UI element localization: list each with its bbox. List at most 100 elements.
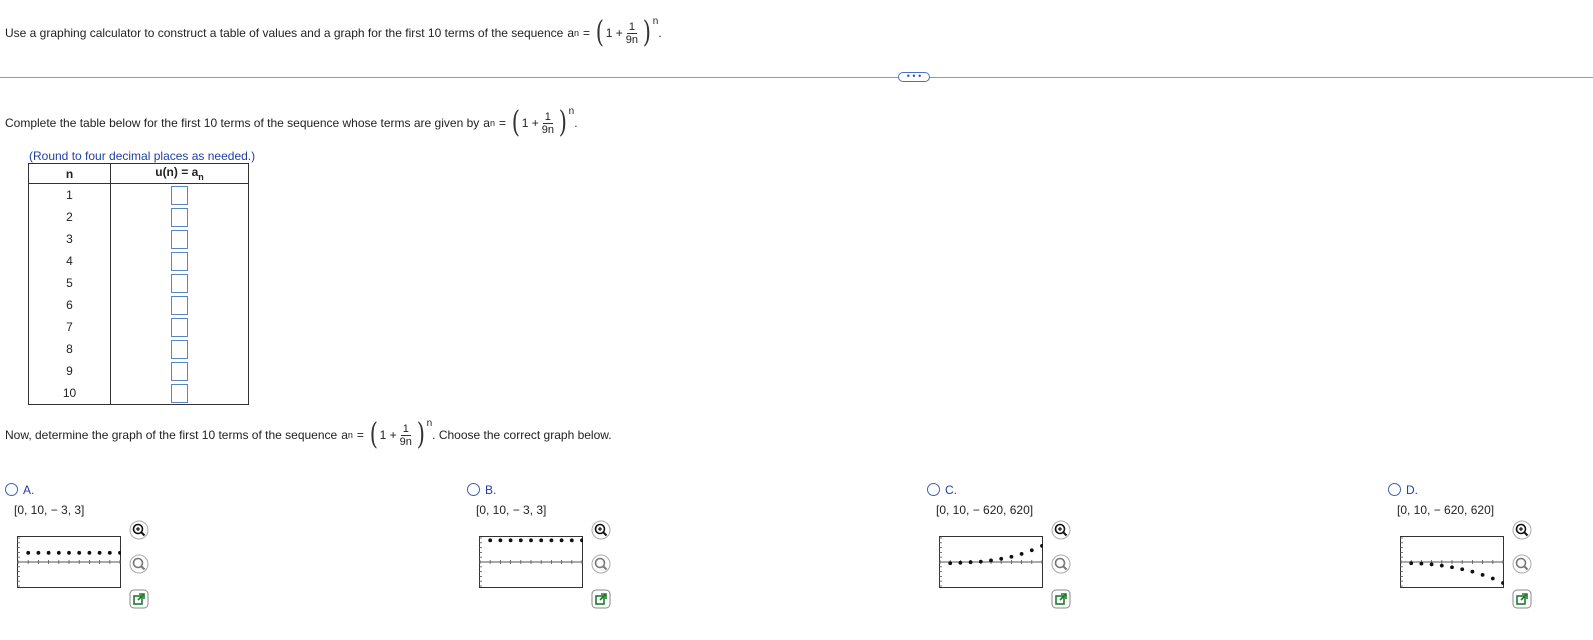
option-letter: C.	[945, 483, 957, 497]
popout-icon[interactable]	[591, 589, 611, 609]
graph-instruction: Now, determine the graph of the first 10…	[5, 417, 612, 452]
data-point	[1419, 561, 1424, 566]
table-instruction: Complete the table below for the first 1…	[5, 105, 578, 140]
answer-cell	[110, 228, 249, 250]
column-header-n: n	[28, 163, 111, 184]
table-row: 4	[28, 250, 249, 272]
n-value: 2	[28, 206, 111, 228]
data-point	[1439, 563, 1444, 568]
option-radio[interactable]: A.	[5, 483, 34, 497]
option-radio[interactable]: C.	[927, 483, 957, 497]
zoom-out-icon[interactable]	[129, 554, 149, 574]
rounding-hint: (Round to four decimal places as needed.…	[29, 149, 256, 163]
data-point	[1009, 554, 1014, 559]
data-point	[1490, 576, 1495, 581]
answer-cell	[110, 206, 249, 228]
popout-icon[interactable]	[129, 589, 149, 609]
graph-thumbnail[interactable]	[939, 536, 1043, 588]
radio-button[interactable]	[5, 483, 18, 496]
zoom-out-icon[interactable]	[591, 554, 611, 574]
answer-input[interactable]	[171, 185, 188, 205]
option-letter: A.	[23, 483, 35, 497]
data-point	[978, 559, 983, 564]
data-point	[549, 538, 554, 543]
viewing-window: [0, 10, − 3, 3]	[476, 503, 547, 517]
data-point	[56, 550, 61, 555]
data-point	[1029, 548, 1034, 553]
answer-input[interactable]	[171, 339, 188, 359]
n-value: 10	[28, 382, 111, 405]
table-row: 6	[28, 294, 249, 316]
answer-input[interactable]	[171, 383, 188, 403]
answer-cell	[110, 382, 249, 405]
n-value: 5	[28, 272, 111, 294]
data-point	[107, 550, 112, 555]
data-point	[529, 538, 533, 543]
n-value: 7	[28, 316, 111, 338]
zoom-in-icon[interactable]	[591, 520, 611, 540]
option-radio[interactable]: D.	[1388, 483, 1418, 497]
answer-cell	[110, 338, 249, 360]
data-point	[1409, 561, 1414, 566]
answer-input[interactable]	[171, 273, 188, 293]
zoom-out-icon[interactable]	[1512, 554, 1532, 574]
data-point	[989, 558, 993, 563]
data-point	[539, 538, 544, 543]
answer-input[interactable]	[171, 361, 188, 381]
table-row: 10	[28, 382, 249, 405]
data-point	[508, 538, 513, 543]
data-point	[999, 556, 1004, 561]
data-point	[948, 561, 953, 566]
radio-button[interactable]	[927, 483, 940, 496]
answer-input[interactable]	[171, 295, 188, 315]
n-value: 8	[28, 338, 111, 360]
n-value: 9	[28, 360, 111, 382]
data-point	[46, 550, 51, 555]
answer-input[interactable]	[171, 207, 188, 227]
section-divider	[0, 77, 1593, 78]
viewing-window: [0, 10, − 620, 620]	[936, 503, 1034, 517]
values-table: n u(n) = an 1 2 3 4 5 6 7 8 9 10	[28, 163, 249, 405]
answer-input[interactable]	[171, 229, 188, 249]
answer-input[interactable]	[171, 317, 188, 337]
graph-thumbnail[interactable]	[479, 536, 583, 588]
popout-icon[interactable]	[1512, 589, 1532, 609]
zoom-in-icon[interactable]	[1051, 520, 1071, 540]
data-point	[1429, 562, 1434, 567]
n-value: 4	[28, 250, 111, 272]
data-point	[968, 560, 973, 565]
sequence-formula: an = ( 1 + 1 9n ) n .	[483, 105, 578, 140]
column-header-u: u(n) = an	[110, 163, 249, 184]
option-radio[interactable]: B.	[467, 483, 496, 497]
answer-input[interactable]	[171, 251, 188, 271]
data-point	[1019, 552, 1024, 556]
graph-thumbnail[interactable]	[17, 536, 121, 588]
data-point	[87, 550, 92, 555]
show-more-button[interactable]: • • •	[898, 72, 930, 82]
viewing-window: [0, 10, − 3, 3]	[14, 503, 85, 517]
data-point	[26, 550, 31, 555]
table-row: 9	[28, 360, 249, 382]
radio-button[interactable]	[1388, 483, 1401, 496]
data-point	[1480, 573, 1485, 577]
table-row: 7	[28, 316, 249, 338]
data-point	[67, 550, 71, 555]
popout-icon[interactable]	[1051, 589, 1071, 609]
answer-cell	[110, 272, 249, 294]
option-letter: B.	[485, 483, 497, 497]
n-value: 3	[28, 228, 111, 250]
question-text: Use a graphing calculator to construct a…	[5, 26, 564, 40]
data-point	[1450, 565, 1454, 570]
radio-button[interactable]	[467, 483, 480, 496]
zoom-in-icon[interactable]	[1512, 520, 1532, 540]
zoom-out-icon[interactable]	[1051, 554, 1071, 574]
data-point	[569, 538, 574, 543]
option-letter: D.	[1406, 483, 1418, 497]
n-value: 6	[28, 294, 111, 316]
zoom-in-icon[interactable]	[129, 520, 149, 540]
data-point	[518, 538, 523, 543]
data-point	[1470, 569, 1475, 574]
data-point	[1460, 567, 1465, 572]
graph-thumbnail[interactable]	[1400, 536, 1504, 588]
data-point	[958, 560, 963, 565]
